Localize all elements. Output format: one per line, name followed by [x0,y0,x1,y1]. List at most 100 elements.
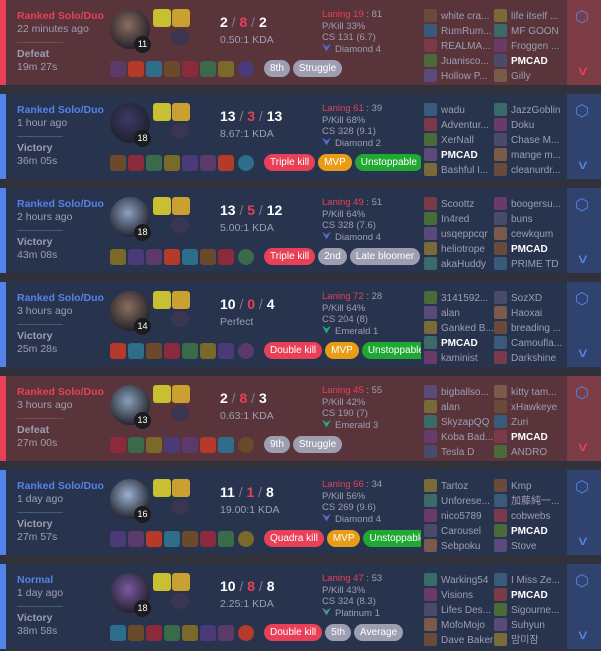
player-name[interactable]: XerNall [441,135,474,146]
team-player[interactable]: Unforese... [424,494,494,509]
player-name[interactable]: Koba Bad... [441,432,493,443]
player-name[interactable]: Chase M... [511,135,559,146]
player-name[interactable]: Scoottz [441,199,474,210]
team-player[interactable]: PMCAD [494,588,564,603]
team-player[interactable]: In4red [424,212,494,227]
player-name[interactable]: PMCAD [441,150,478,161]
item-icon[interactable] [200,249,216,265]
item-icon[interactable] [146,61,162,77]
team-player[interactable]: Adventur... [424,118,494,133]
player-name[interactable]: Sebpoku [441,541,480,552]
item-icon[interactable] [110,625,126,641]
player-name[interactable]: Haoxai [511,308,542,319]
expand-chevron-icon[interactable]: ∨ [576,439,589,455]
player-name[interactable]: PMCAD [511,432,548,443]
team-player[interactable]: Zuri [494,415,564,430]
player-name[interactable]: nico5789 [441,511,482,522]
item-icon[interactable] [146,531,162,547]
team-player[interactable]: akaHuddy [424,257,494,272]
player-name[interactable]: REALMA... [441,41,490,52]
item-icon[interactable] [164,249,180,265]
player-name[interactable]: Dave Baker [441,635,493,646]
team-player[interactable]: usqeppcqr [424,227,494,242]
trinket-icon[interactable] [238,531,254,547]
item-icon[interactable] [218,155,234,171]
player-name[interactable]: PMCAD [511,590,548,601]
player-name[interactable]: buns [511,214,533,225]
player-name[interactable]: kitty tam... [511,387,557,398]
item-icon[interactable] [200,155,216,171]
player-name[interactable]: Hollow P... [441,71,488,82]
player-name[interactable]: In4red [441,214,469,225]
player-name[interactable]: heliotrope [441,244,485,255]
team-player[interactable]: bigballso... [424,385,494,400]
player-name[interactable]: JazzGoblin [511,105,560,116]
item-icon[interactable] [182,343,198,359]
team-player[interactable]: PMCAD [424,148,494,163]
item-icon[interactable] [182,61,198,77]
team-player[interactable]: wadu [424,103,494,118]
ai-analysis-icon[interactable]: ⬡ [575,101,589,121]
team-player[interactable]: Doku [494,118,564,133]
player-name[interactable]: SozXD [511,293,542,304]
item-icon[interactable] [128,61,144,77]
item-icon[interactable] [164,437,180,453]
team-player[interactable]: MF GOON [494,24,564,39]
item-icon[interactable] [128,625,144,641]
team-player[interactable]: alan [424,306,494,321]
item-icon[interactable] [164,625,180,641]
player-name[interactable]: Darkshine [511,353,556,364]
team-player[interactable]: heliotrope [424,242,494,257]
team-player[interactable]: 加藤純一... [494,494,564,509]
team-player[interactable]: boogersu... [494,197,564,212]
player-name[interactable]: I Miss Ze... [511,575,560,586]
player-name[interactable]: Kmp [511,481,532,492]
player-name[interactable]: Juanisco... [441,56,489,67]
item-icon[interactable] [146,625,162,641]
item-icon[interactable] [200,343,216,359]
item-icon[interactable] [182,155,198,171]
player-name[interactable]: Tartoz [441,481,468,492]
team-player[interactable]: Tartoz [424,479,494,494]
team-player[interactable]: Froggen ... [494,39,564,54]
player-name[interactable]: kaminist [441,353,478,364]
item-icon[interactable] [164,61,180,77]
item-icon[interactable] [128,155,144,171]
trinket-icon[interactable] [238,437,254,453]
player-name[interactable]: wadu [441,105,465,116]
item-icon[interactable] [182,437,198,453]
player-name[interactable]: Suhyun [511,620,545,631]
player-name[interactable]: Adventur... [441,120,489,131]
player-name[interactable]: MofoMojo [441,620,485,631]
team-player[interactable]: PMCAD [494,242,564,257]
player-name[interactable]: Bashful I... [441,165,488,176]
team-player[interactable]: Tesla D [424,445,494,460]
player-name[interactable]: PMCAD [511,244,548,255]
team-player[interactable]: Haoxai [494,306,564,321]
team-player[interactable]: Lifes Des... [424,603,494,618]
item-icon[interactable] [200,61,216,77]
player-name[interactable]: cobwebs [511,511,550,522]
team-player[interactable]: kitty tam... [494,385,564,400]
item-icon[interactable] [218,249,234,265]
team-player[interactable]: Ganked B... [424,321,494,336]
item-icon[interactable] [146,343,162,359]
item-icon[interactable] [128,343,144,359]
player-name[interactable]: cewkqum [511,229,553,240]
expand-chevron-icon[interactable]: ∨ [576,251,589,267]
trinket-icon[interactable] [238,155,254,171]
player-name[interactable]: MF GOON [511,26,559,37]
player-name[interactable]: PMCAD [441,338,478,349]
item-icon[interactable] [218,625,234,641]
expand-chevron-icon[interactable]: ∨ [576,345,589,361]
team-player[interactable]: Suhyun [494,618,564,633]
player-name[interactable]: Lifes Des... [441,605,491,616]
item-icon[interactable] [200,531,216,547]
item-icon[interactable] [200,625,216,641]
item-icon[interactable] [182,531,198,547]
trinket-icon[interactable] [238,343,254,359]
player-name[interactable]: alan [441,402,460,413]
item-icon[interactable] [110,155,126,171]
player-name[interactable]: 맘미잠 [511,635,539,646]
player-name[interactable]: Unforese... [441,496,490,507]
